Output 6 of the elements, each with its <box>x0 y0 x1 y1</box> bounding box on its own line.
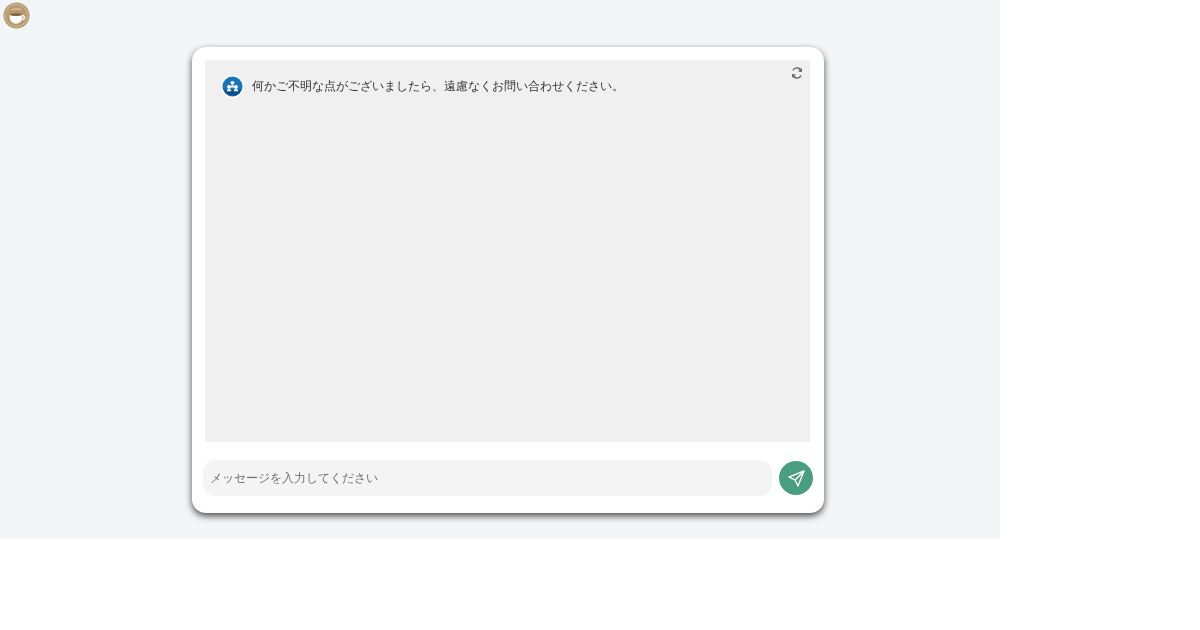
send-icon <box>787 469 805 487</box>
refresh-icon[interactable] <box>790 66 804 80</box>
message-input[interactable]: メッセージを入力してください <box>203 460 772 496</box>
send-button[interactable] <box>779 461 813 495</box>
bot-avatar-icon <box>221 75 244 98</box>
bot-message-text: 何かご不明な点がございましたら、遠慮なくお問い合わせください。 <box>252 78 624 95</box>
